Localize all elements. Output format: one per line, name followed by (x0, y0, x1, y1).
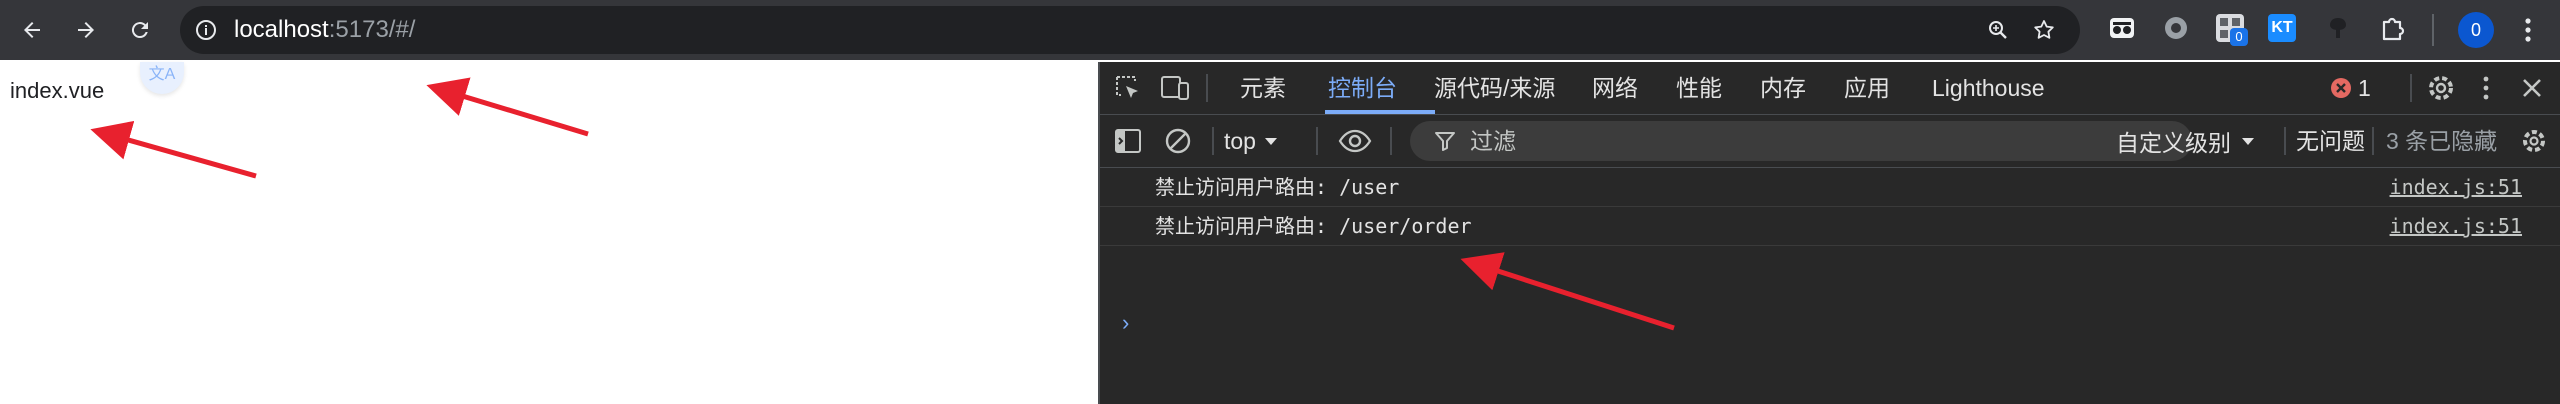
url-path: :5173/#/ (328, 16, 416, 43)
tab-sources[interactable]: 源代码/来源 (1434, 62, 1555, 114)
clear-console-icon[interactable] (1164, 127, 1192, 155)
chevron-down-icon (1264, 138, 1277, 145)
toolbar-divider-2 (1316, 127, 1318, 155)
profile-avatar[interactable]: 0 (2458, 12, 2494, 48)
page-text: index.vue (10, 78, 105, 103)
web-page: index.vue 文A (0, 62, 1098, 404)
forward-arrow-icon (78, 22, 94, 38)
error-counter[interactable]: 1 (2330, 62, 2371, 114)
devtools-tabbar: 元素 控制台 源代码/来源 网络 性能 内存 应用 Lighthouse 1 (1100, 62, 2560, 115)
error-icon (2331, 78, 2351, 98)
issues-button[interactable]: 无问题 (2296, 115, 2365, 167)
bookmark-star-icon[interactable] (2032, 18, 2056, 42)
translate-icon[interactable]: 文A (140, 62, 184, 94)
incognito-extension-icon[interactable] (2108, 14, 2136, 42)
grid-extension-badge: 0 (2230, 28, 2248, 46)
devtools-panel: 元素 控制台 源代码/来源 网络 性能 内存 应用 Lighthouse 1 t… (1098, 62, 2560, 404)
back-arrow-icon (24, 22, 40, 38)
back-button[interactable] (14, 12, 50, 48)
console-toolbar: top 过滤 自定义级别 无问题 3 条已隐藏 (1100, 115, 2560, 168)
toolbar-divider-1 (1212, 127, 1214, 155)
tab-divider (1206, 74, 1208, 102)
tab-console[interactable]: 控制台 (1328, 62, 1397, 114)
devtools-menu-icon[interactable] (2476, 74, 2496, 102)
browser-toolbar: localhost:5173/#/ 0 KT 0 (0, 0, 2560, 60)
tab-lighthouse[interactable]: Lighthouse (1932, 62, 2045, 114)
hidden-count: 3 条已隐藏 (2386, 128, 2498, 154)
settings-gear-icon[interactable] (2426, 73, 2456, 103)
toolbar-divider-4 (2284, 127, 2286, 155)
tab-divider-right (2410, 74, 2412, 102)
address-bar[interactable]: localhost:5173/#/ (180, 6, 2080, 54)
extensions-puzzle-icon[interactable] (2378, 14, 2406, 42)
circle-extension-icon[interactable] (2162, 14, 2190, 42)
zoom-icon[interactable] (1986, 18, 2010, 42)
console-prompt[interactable]: › (1122, 310, 1129, 336)
toolbar-divider-3 (1390, 127, 1392, 155)
level-chevron-down-icon (2242, 138, 2254, 145)
console-settings-gear-icon[interactable] (2520, 127, 2548, 155)
level-label: 自定义级别 (2116, 130, 2231, 156)
console-log-row: 禁止访问用户路由: /user index.js:51 (1100, 168, 2560, 207)
url-host: localhost (234, 16, 329, 43)
tab-network[interactable]: 网络 (1592, 62, 1638, 114)
filter-input[interactable]: 过滤 (1410, 121, 2192, 161)
log-level-selector[interactable]: 自定义级别 (2116, 115, 2255, 167)
toolbar-divider-5 (2372, 127, 2374, 155)
grid-extension[interactable]: 0 (2216, 14, 2248, 46)
log-source-link[interactable]: index.js:51 (2390, 207, 2522, 245)
tree-extension-icon[interactable] (2324, 14, 2352, 42)
kt-extension-icon[interactable]: KT (2268, 14, 2296, 42)
inspect-element-icon[interactable] (1114, 74, 1142, 102)
live-expression-eye-icon[interactable] (1338, 127, 1372, 155)
error-count: 1 (2358, 74, 2371, 101)
toolbar-divider (2432, 14, 2434, 46)
filter-funnel-icon (1435, 132, 1455, 151)
site-info-icon[interactable] (194, 18, 218, 42)
filter-placeholder: 过滤 (1470, 128, 1516, 154)
close-icon[interactable] (2520, 76, 2544, 100)
reload-icon (131, 22, 148, 39)
sidebar-toggle-icon[interactable] (1114, 127, 1142, 155)
context-selector[interactable]: top (1224, 115, 1278, 167)
log-message: 禁止访问用户路由: /user/order (1155, 214, 1472, 238)
reload-button[interactable] (122, 12, 158, 48)
tab-memory[interactable]: 内存 (1760, 62, 1806, 114)
log-message: 禁止访问用户路由: /user (1155, 175, 1400, 199)
log-source-link[interactable]: index.js:51 (2390, 168, 2522, 206)
context-label: top (1224, 127, 1256, 154)
forward-button[interactable] (68, 12, 104, 48)
active-tab-indicator (1325, 110, 1435, 114)
console-log-row: 禁止访问用户路由: /user/order index.js:51 (1100, 207, 2560, 246)
tab-performance[interactable]: 性能 (1676, 62, 1722, 114)
url-text[interactable]: localhost:5173/#/ (234, 6, 415, 54)
tab-elements[interactable]: 元素 (1240, 62, 1286, 114)
tab-application[interactable]: 应用 (1844, 62, 1890, 114)
device-toolbar-icon[interactable] (1160, 74, 1190, 102)
menu-kebab-icon[interactable] (2516, 16, 2540, 44)
